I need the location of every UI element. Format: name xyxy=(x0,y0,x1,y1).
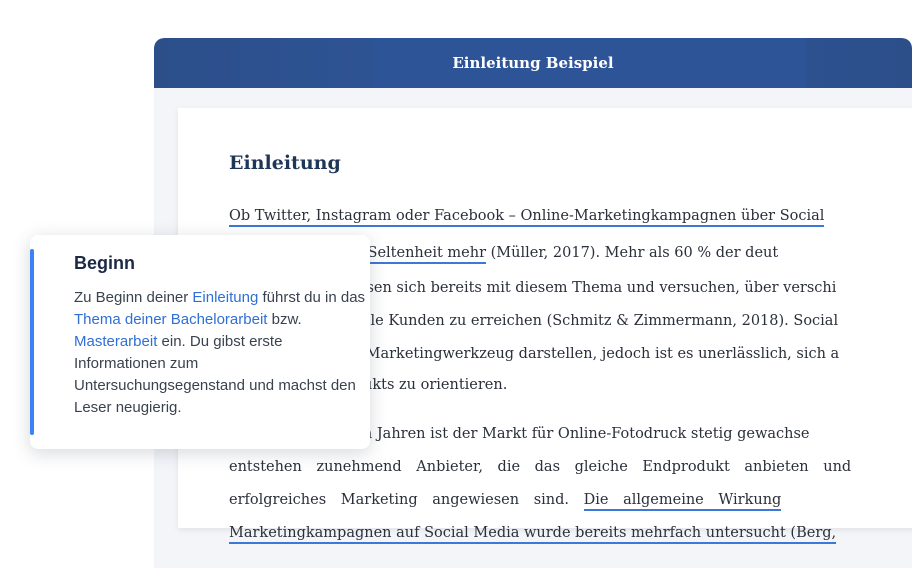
text-span: entstehen zunehmend Anbieter, die das gl… xyxy=(229,459,852,475)
text-line: ne Seltenheit mehr (Müller, 2017). Mehr … xyxy=(345,245,779,264)
underlined-phrase: Marketingkampagnen auf Social Media wurd… xyxy=(229,525,837,544)
text-line: Marketingkampagnen auf Social Media wurd… xyxy=(229,525,837,544)
tooltip-link[interactable]: Einleitung xyxy=(192,289,258,306)
underlined-phrase: Ob Twitter, Instagram oder Facebook – On… xyxy=(229,208,825,227)
document-header: Einleitung Beispiel xyxy=(154,38,912,88)
document-title: Einleitung Beispiel xyxy=(452,54,614,72)
tooltip-link[interactable]: Masterarbeit xyxy=(74,333,157,350)
text-span: zielle Kunden zu erreichen (Schmitz & Zi… xyxy=(345,313,839,329)
text-line: entstehen zunehmend Anbieter, die das gl… xyxy=(229,459,851,475)
text-line: ehn Jahren ist der Markt für Online-Foto… xyxy=(345,426,809,442)
text-line: fassen sich bereits mit diesem Thema und… xyxy=(345,280,836,296)
info-tooltip: Beginn Zu Beginn deiner Einleitung führs… xyxy=(30,235,370,449)
tooltip-title: Beginn xyxy=(74,253,135,273)
tooltip-body: Zu Beginn deiner Einleitung führst du in… xyxy=(74,287,366,419)
tooltip-link[interactable]: Thema deiner Bachelorarbeit xyxy=(74,311,267,328)
text-line: Ob Twitter, Instagram oder Facebook – On… xyxy=(229,208,825,227)
page-heading: Einleitung xyxy=(229,152,341,174)
text-line: erfolgreiches Marketing angewiesen sind.… xyxy=(229,492,782,511)
text-span: fassen sich bereits mit diesem Thema und… xyxy=(345,280,837,296)
tooltip-text: bzw. xyxy=(267,311,302,328)
text-line: zielle Kunden zu erreichen (Schmitz & Zi… xyxy=(345,313,838,329)
tooltip-accent-bar xyxy=(30,249,34,435)
text-span: ehn Jahren ist der Markt für Online-Foto… xyxy=(345,426,810,442)
text-line: es Marketingwerkzeug darstellen, jedoch … xyxy=(345,346,839,362)
underlined-phrase: Die allgemeine Wirkung xyxy=(583,492,782,511)
tooltip-text: Zu Beginn deiner xyxy=(74,289,193,306)
text-span: es Marketingwerkzeug darstellen, jedoch … xyxy=(345,346,840,362)
text-span: (Müller, 2017). Mehr als 60 % der deut xyxy=(486,245,779,261)
text-span: erfolgreiches Marketing angewiesen sind. xyxy=(229,492,584,508)
tooltip-text: führst du in das xyxy=(258,289,366,306)
